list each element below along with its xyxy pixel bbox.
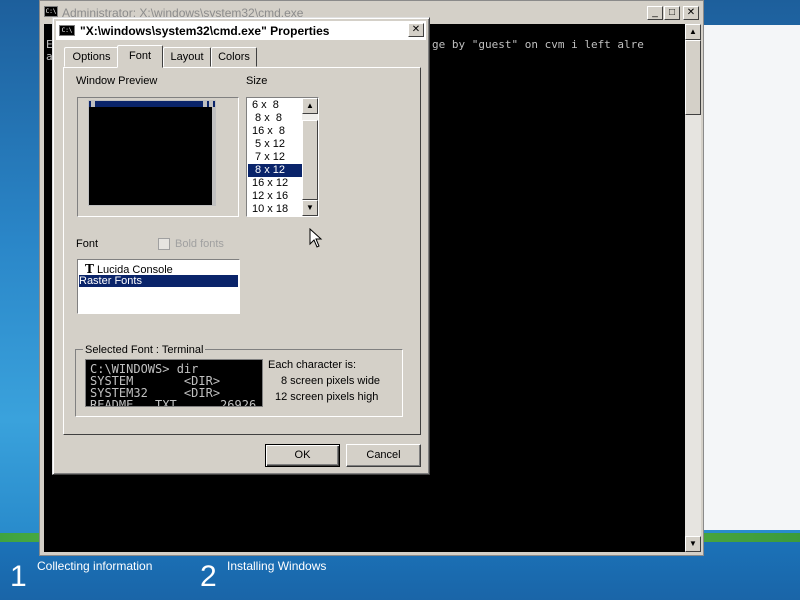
scroll-down-arrow-icon[interactable]: ▼ — [685, 536, 701, 552]
console-scrollbar[interactable]: ▲ ▼ — [685, 24, 701, 552]
size-option[interactable]: 12 x 16 — [248, 190, 302, 203]
selected-font-label: Selected Font : Terminal — [83, 344, 206, 356]
size-option-selected[interactable]: 8 x 12 — [248, 164, 302, 177]
preview-icon — [91, 101, 95, 107]
font-label: Font — [76, 238, 99, 250]
setup-panel — [700, 25, 800, 530]
cmd-app-icon[interactable]: C:\ — [44, 6, 58, 17]
truetype-icon: T — [85, 262, 94, 276]
window-preview-label: Window Preview — [76, 75, 158, 87]
tab-layout[interactable]: Layout — [163, 47, 211, 67]
size-label: Size — [246, 75, 268, 87]
step-number: 1 — [10, 560, 27, 593]
size-option[interactable]: 8 x 8 — [248, 112, 302, 125]
font-option-lucida-console[interactable]: T Lucida Console — [79, 262, 238, 276]
step-label: Installing Windows — [227, 559, 327, 573]
scroll-thumb[interactable] — [302, 120, 318, 200]
size-option[interactable]: 16 x 12 — [248, 177, 302, 190]
properties-dialog: C:\ "X:\windows\system32\cmd.exe" Proper… — [52, 17, 430, 475]
dialog-titlebar[interactable]: C:\ "X:\windows\system32\cmd.exe" Proper… — [56, 21, 426, 40]
preview-button — [203, 101, 207, 107]
maximize-button[interactable]: □ — [664, 6, 680, 20]
ok-button[interactable]: OK — [265, 444, 340, 467]
preview-console — [88, 100, 216, 206]
char-width-text: 8 screen pixels wide — [281, 375, 381, 387]
size-list[interactable]: 6 x 8 8 x 8 16 x 8 5 x 12 7 x 12 8 x 12 … — [246, 97, 319, 217]
scroll-up-arrow-icon[interactable]: ▲ — [685, 24, 701, 40]
char-height-text: 12 screen pixels high — [275, 391, 379, 403]
step-label: Collecting information — [37, 559, 153, 573]
bold-fonts-label: Bold fonts — [175, 238, 224, 250]
size-option[interactable]: 6 x 8 — [248, 99, 302, 112]
size-option[interactable]: 10 x 18 — [248, 203, 302, 216]
bold-fonts-checkbox[interactable] — [158, 238, 170, 250]
scroll-down-arrow-icon[interactable]: ▼ — [302, 200, 318, 216]
dialog-title: "X:\windows\system32\cmd.exe" Properties — [80, 24, 330, 38]
close-button[interactable]: ✕ — [683, 6, 699, 20]
font-option-raster-fonts[interactable]: Raster Fonts — [79, 275, 238, 287]
size-option[interactable]: 16 x 8 — [248, 125, 302, 138]
char-info-title: Each character is: — [268, 359, 357, 371]
size-list-scrollbar[interactable]: ▲ ▼ — [302, 98, 318, 216]
preview-scrollbar — [212, 107, 215, 206]
tab-colors[interactable]: Colors — [211, 47, 257, 67]
step-number: 2 — [200, 560, 217, 593]
mouse-pointer-icon — [309, 228, 323, 248]
cmd-app-icon: C:\ — [59, 25, 75, 36]
minimize-button[interactable]: _ — [647, 6, 663, 20]
scroll-thumb[interactable] — [685, 40, 701, 115]
sample-line: README TXT 26926 — [90, 398, 257, 407]
font-option-label: Raster Fonts — [79, 275, 142, 287]
tab-font[interactable]: Font — [117, 45, 163, 68]
font-list[interactable]: T Lucida Console Raster Fonts — [77, 259, 240, 314]
tab-options[interactable]: Options — [64, 47, 119, 67]
window-preview — [77, 97, 239, 217]
cancel-button[interactable]: Cancel — [346, 444, 421, 467]
font-sample: C:\WINDOWS> dir SYSTEM <DIR> SYSTEM32 <D… — [85, 359, 263, 407]
size-option[interactable]: 7 x 12 — [248, 151, 302, 164]
console-line-fragment: ge by "guest" on cvm i left alre — [432, 38, 644, 51]
dialog-close-button[interactable]: ✕ — [408, 23, 424, 37]
scroll-up-arrow-icon[interactable]: ▲ — [302, 98, 318, 114]
preview-titlebar — [89, 101, 215, 107]
size-option[interactable]: 5 x 12 — [248, 138, 302, 151]
